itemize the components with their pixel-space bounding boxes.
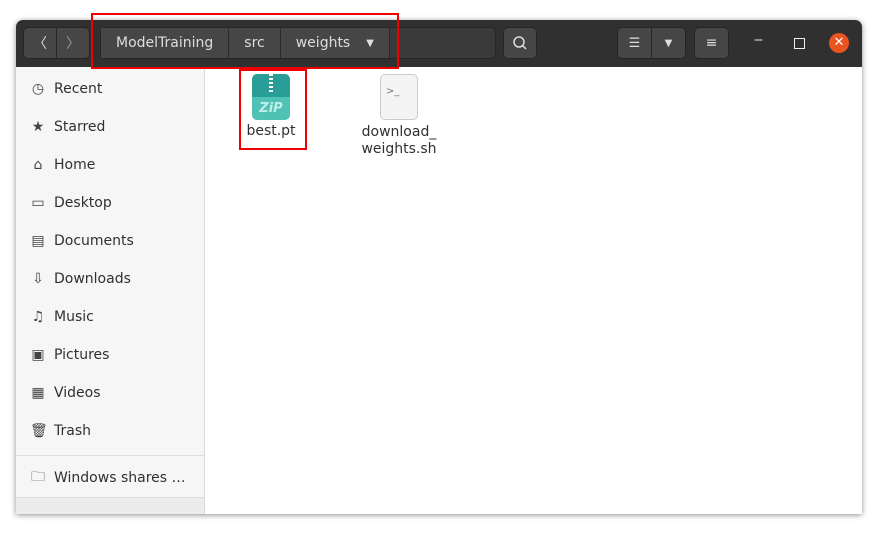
music-icon: ♫ [31, 309, 45, 325]
sidebar-footer [16, 497, 204, 514]
download-icon: ⇩ [32, 271, 44, 287]
back-button[interactable]: 〈 [23, 27, 57, 59]
hamburger-icon: ≡ [705, 35, 718, 51]
search-button[interactable] [503, 27, 537, 59]
desktop-icon: ▭ [31, 195, 45, 211]
sidebar-item-label: Trash [54, 423, 91, 439]
sidebar-item-label: Documents [54, 233, 134, 249]
chevron-right-icon: 〉 [66, 36, 80, 52]
close-button[interactable]: ✕ [829, 33, 849, 53]
list-view-button[interactable]: ☰ [617, 27, 652, 59]
sidebar: ◷ Recent ★ Starred ⌂ Home ▭ Desktop ▤ Documen… [16, 67, 205, 514]
menu-button[interactable]: ≡ [694, 27, 729, 59]
sidebar-item-downloads[interactable]: ⇩ Downloads [16, 261, 204, 297]
star-icon: ★ [31, 119, 45, 135]
script-file-icon: >_ [380, 74, 418, 120]
document-icon: ▤ [31, 233, 45, 249]
home-icon: ⌂ [33, 157, 43, 173]
sidebar-item-label: Pictures [54, 347, 110, 363]
sidebar-item-recent[interactable]: ◷ Recent [16, 71, 204, 107]
sidebar-item-documents[interactable]: ▤ Documents [16, 223, 204, 259]
sidebar-item-label: Recent [54, 81, 103, 97]
sidebar-item-videos[interactable]: ▦ Videos [16, 375, 204, 411]
terminal-prompt: >_ [386, 86, 400, 97]
sidebar-item-pictures[interactable]: ▣ Pictures [16, 337, 204, 373]
list-view-icon: ☰ [628, 35, 641, 51]
sidebar-item-windows-shares[interactable]: 🗀 Windows shares … [16, 460, 204, 496]
file-name: download_ weights.sh [361, 124, 437, 157]
sidebar-item-trash[interactable]: 🗑 Trash [16, 413, 204, 449]
sidebar-item-desktop[interactable]: ▭ Desktop [16, 185, 204, 221]
sidebar-item-starred[interactable]: ★ Starred [16, 109, 204, 145]
sidebar-item-label: Videos [54, 385, 101, 401]
sidebar-item-label: Home [54, 157, 96, 173]
sidebar-item-label: Desktop [54, 195, 112, 211]
caret-down-icon: ▼ [664, 37, 673, 49]
chevron-left-icon: 〈 [33, 36, 47, 52]
view-options-button[interactable]: ▼ [651, 27, 686, 59]
clock-icon: ◷ [31, 81, 45, 97]
sidebar-divider [16, 455, 204, 456]
trash-icon: 🗑 [30, 423, 48, 439]
sidebar-item-home[interactable]: ⌂ Home [16, 147, 204, 183]
highlight-best-pt [239, 69, 307, 150]
close-icon: ✕ [833, 35, 845, 50]
file-manager-window: 〈 〉 ModelTraining src weights ▼ ☰ ▼ ≡ ‒ ✕… [16, 20, 862, 514]
sidebar-item-music[interactable]: ♫ Music [16, 299, 204, 335]
picture-icon: ▣ [31, 347, 45, 363]
forward-button[interactable]: 〉 [56, 27, 90, 59]
network-folder-icon: 🗀 [31, 469, 45, 485]
file-download-weights-sh[interactable]: >_ download_ weights.sh [356, 74, 442, 158]
sidebar-item-label: Starred [54, 119, 106, 135]
video-icon: ▦ [31, 385, 45, 401]
sidebar-item-label: Downloads [54, 271, 131, 287]
highlight-breadcrumb [91, 13, 399, 69]
search-icon [513, 36, 527, 50]
sidebar-item-label: Windows shares … [54, 470, 186, 486]
maximize-button[interactable] [794, 38, 805, 49]
minimize-icon: ‒ [754, 32, 763, 48]
minimize-button[interactable]: ‒ [754, 32, 763, 48]
sidebar-item-label: Music [54, 309, 94, 325]
